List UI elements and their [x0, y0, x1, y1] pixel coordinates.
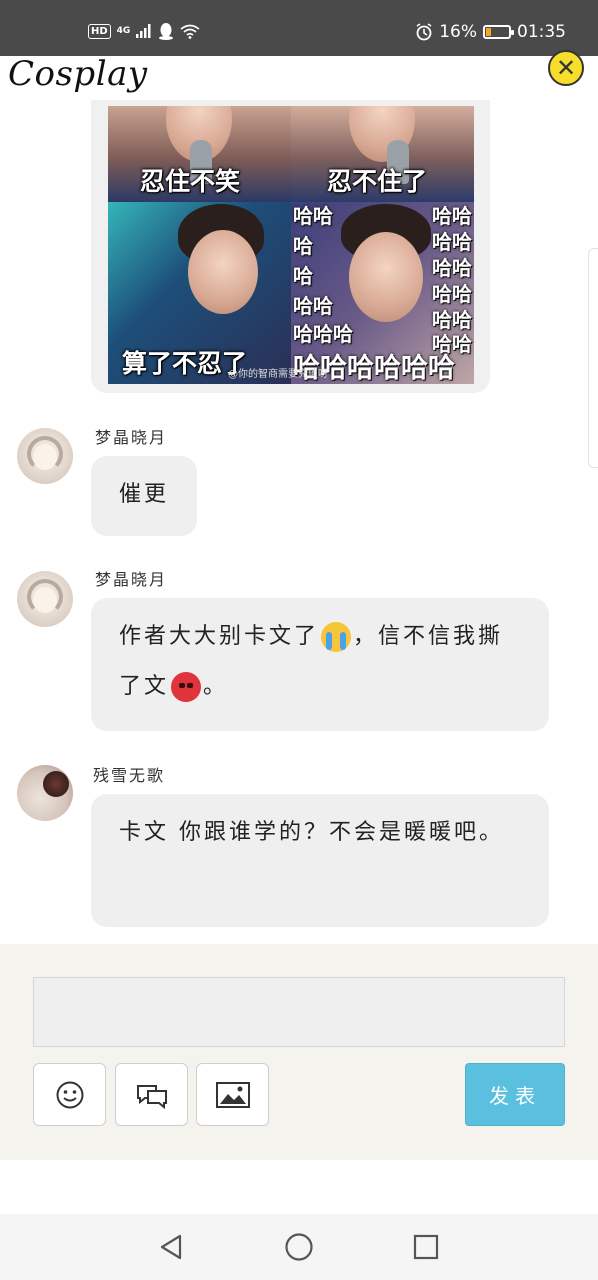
- avatar[interactable]: [17, 571, 73, 627]
- reply-input[interactable]: [33, 977, 565, 1047]
- status-bar: HD 4G 16% 01:35: [0, 0, 598, 56]
- battery-percent: 16%: [439, 22, 477, 42]
- qq-icon: [159, 23, 174, 40]
- laugh-text: 哈哈: [432, 230, 472, 254]
- chat-button[interactable]: [115, 1063, 188, 1126]
- meme-caption: 忍不住了: [327, 167, 428, 196]
- image-watermark: @你的智商需要充值呀: [228, 369, 328, 380]
- comment-text: 作者大大别卡文了: [119, 624, 320, 649]
- comment-bubble: 作者大大别卡文了 ，信不信我撕了文。: [91, 598, 549, 731]
- laugh-text: 哈哈: [293, 204, 333, 228]
- signal-icon: [136, 24, 151, 38]
- avatar[interactable]: [17, 428, 73, 484]
- meme-image[interactable]: 忍住不笑 忍不住了 算了不忍了 哈哈 哈 哈 哈哈 哈哈哈 哈哈 哈哈 哈哈 哈…: [108, 106, 474, 384]
- meme-panel-2: 忍不住了: [291, 106, 474, 202]
- smiley-icon: [56, 1081, 83, 1108]
- nav-recents-button[interactable]: [411, 1232, 441, 1262]
- battery-icon: [483, 25, 514, 39]
- reply-composer: 发表: [0, 944, 598, 1160]
- close-icon: ✕: [555, 54, 577, 82]
- nav-back-button[interactable]: [156, 1232, 186, 1262]
- comment-bubble: 催更: [91, 456, 197, 536]
- emoji-button[interactable]: [33, 1063, 106, 1126]
- home-circle-icon: [285, 1233, 313, 1261]
- system-nav-bar: [0, 1214, 598, 1280]
- laugh-text: 哈哈: [432, 204, 472, 228]
- comment-username[interactable]: 梦晶晓月: [95, 424, 167, 448]
- clock: 01:35: [517, 22, 566, 42]
- meme-panel-3: 算了不忍了: [108, 202, 291, 384]
- comment-username[interactable]: 残雪无歌: [93, 762, 165, 786]
- image-icon: [215, 1081, 250, 1108]
- comment-text: 卡文 你跟谁学的？不会是暖暖吧。: [119, 820, 504, 845]
- close-button[interactable]: ✕: [548, 50, 584, 86]
- laugh-text: 哈哈: [432, 282, 472, 306]
- submit-button[interactable]: 发表: [465, 1063, 565, 1126]
- laugh-text: 哈: [293, 264, 313, 288]
- laugh-text: 哈哈哈: [293, 322, 353, 346]
- nav-home-button[interactable]: [284, 1232, 314, 1262]
- scroll-edge-handle[interactable]: [588, 248, 598, 468]
- wifi-icon: [180, 24, 200, 39]
- comment-username[interactable]: 梦晶晓月: [95, 566, 167, 590]
- meme-caption: 忍住不笑: [140, 167, 241, 196]
- recents-square-icon: [413, 1234, 439, 1260]
- chat-bubbles-icon: [136, 1084, 167, 1109]
- laugh-text: 哈: [293, 234, 313, 258]
- laugh-text: 哈哈: [293, 294, 333, 318]
- meme-panel-4: 哈哈 哈 哈 哈哈 哈哈哈 哈哈 哈哈 哈哈 哈哈 哈哈 哈哈 哈哈哈哈哈哈: [291, 202, 474, 384]
- avatar[interactable]: [17, 765, 73, 821]
- alarm-icon: [416, 23, 432, 41]
- laugh-text: 哈哈: [432, 308, 472, 332]
- loudly-crying-face-icon: [321, 622, 352, 652]
- laugh-text: 哈哈: [432, 256, 472, 280]
- status-left-group: HD 4G: [88, 22, 200, 40]
- status-right-group: 16% 01:35: [415, 22, 566, 42]
- comment-text: 催更: [119, 482, 170, 507]
- hd-badge: HD: [88, 23, 111, 39]
- back-triangle-icon: [160, 1234, 182, 1260]
- image-button[interactable]: [196, 1063, 269, 1126]
- comment-bubble: 卡文 你跟谁学的？不会是暖暖吧。: [91, 794, 549, 927]
- angry-face-icon: [171, 672, 202, 702]
- meme-panel-1: 忍住不笑: [108, 106, 291, 202]
- network-type: 4G: [116, 25, 131, 36]
- comment-text: 。: [203, 674, 229, 699]
- page-title: Cosplay: [8, 54, 148, 94]
- laugh-text: 哈哈: [432, 332, 472, 356]
